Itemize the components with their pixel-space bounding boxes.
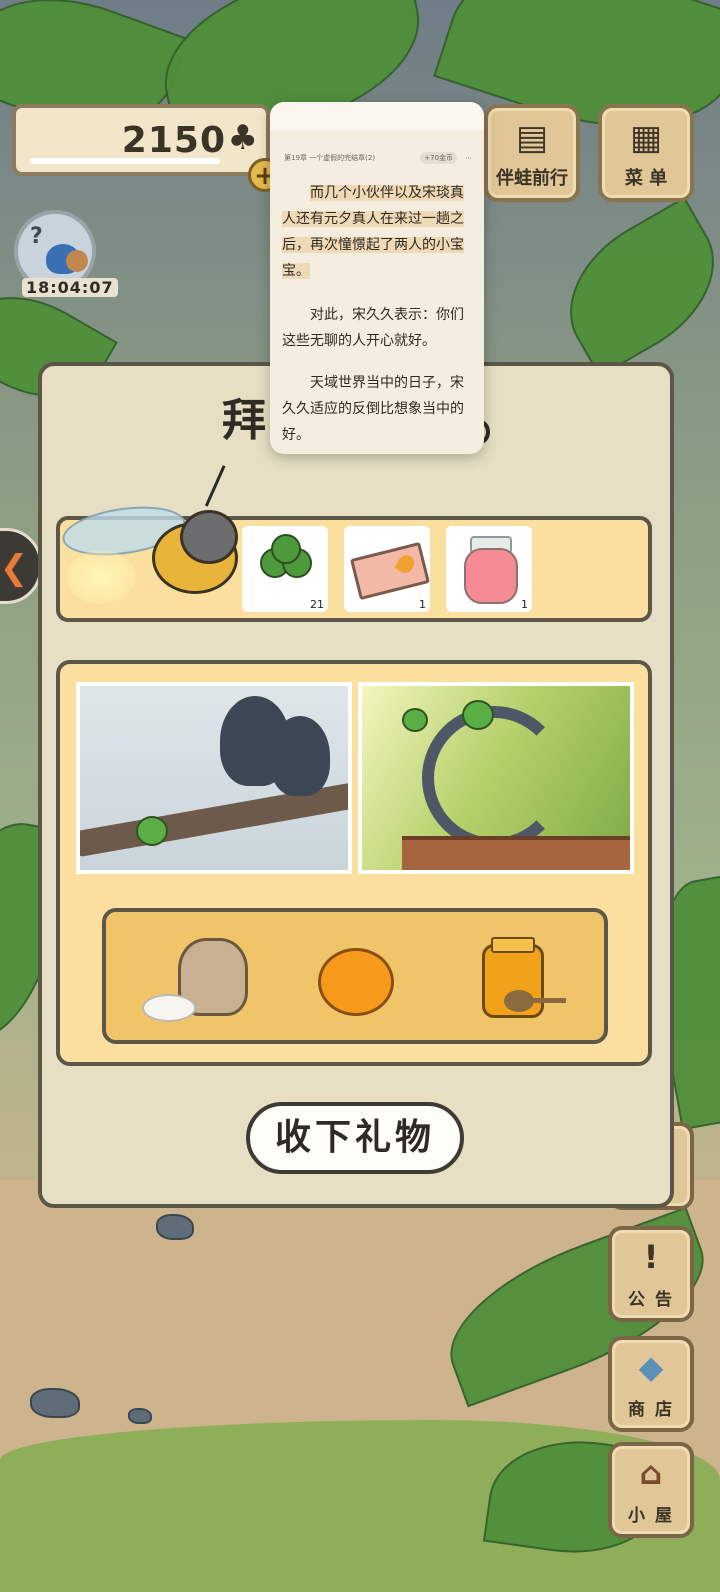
firefly-visitor [59, 465, 263, 618]
ticket-icon [349, 541, 431, 601]
firefly-head [180, 510, 238, 564]
reader-meta: 第19章 一个虚假的完结章(2) +70金币 ⋯ [284, 152, 472, 164]
honey-dipper-icon [504, 990, 570, 1012]
firefly-glow [66, 550, 136, 604]
clover-icon [260, 534, 312, 590]
clover-icon: ♣ [227, 118, 258, 158]
clover-counter: 2150 ♣ [12, 104, 270, 176]
shop-label: 商 店 [628, 1400, 674, 1420]
reward-qty: 21 [310, 598, 324, 611]
stone [128, 1408, 152, 1424]
notice-label: 公 告 [628, 1290, 674, 1310]
game-clock: 18:04:07 [22, 278, 118, 297]
book-icon: ▤ [515, 118, 549, 158]
reward-item-jam[interactable]: 1 [446, 526, 532, 612]
journey-button[interactable]: ▤ 伴蛙前行 [484, 104, 580, 202]
chapter-title: 第19章 一个虚假的完结章(2) [284, 154, 376, 162]
clover-count: 2150 [121, 120, 226, 161]
notice-button[interactable]: ! 公 告 [608, 1226, 694, 1322]
reward-item-ticket[interactable]: 1 [344, 526, 431, 612]
shop-icon: ◆ [638, 1348, 664, 1386]
reward-item-clover[interactable]: 21 [242, 526, 328, 612]
postcard-bench[interactable] [358, 682, 634, 874]
panel-title: 拜 [222, 395, 266, 446]
jam-jar-icon [464, 536, 518, 604]
coin-badge[interactable]: +70金币 [420, 152, 457, 164]
stone [30, 1388, 80, 1418]
notice-icon: ! [643, 1238, 659, 1276]
house-icon: ⌂ [639, 1454, 663, 1492]
reward-qty: 1 [419, 598, 426, 611]
accept-gift-button[interactable]: 收下礼物 [246, 1102, 464, 1174]
reader-paragraph: 而几个小伙伴以及宋琰真人还有元夕真人在来过一趟之后，再次憧憬起了两人的小宝宝。 [282, 180, 472, 284]
reward-qty: 1 [521, 598, 528, 611]
shop-button[interactable]: ◆ 商 店 [608, 1336, 694, 1432]
counter-underline [30, 158, 220, 164]
orange-icon[interactable] [318, 948, 394, 1016]
menu-button[interactable]: ▦ 菜 单 [598, 104, 694, 202]
reader-paragraph: 对此，宋久久表示：你们这些无聊的人开心就好。 [282, 307, 464, 349]
stone [156, 1214, 194, 1240]
reader-paragraph: 天域世界当中的日子，宋久久适应的反倒比想象当中的好。 [282, 375, 464, 443]
more-icon[interactable]: ⋯ [465, 154, 472, 162]
highlighted-text[interactable]: 而几个小伙伴以及宋琰真人还有元夕真人在来过一趟之后，再次憧憬起了两人的小宝宝。 [282, 185, 464, 279]
reader-popup[interactable]: 第19章 一个虚假的完结章(2) +70金币 ⋯ 而几个小伙伴以及宋琰真人还有元… [270, 102, 484, 454]
postcard-crows[interactable] [76, 682, 352, 874]
journey-label: 伴蛙前行 [496, 168, 568, 189]
rice-sack-icon[interactable] [142, 934, 248, 1022]
question-icon: ? [30, 224, 43, 249]
reader-topbar [270, 102, 484, 130]
house-label: 小 屋 [628, 1506, 674, 1526]
menu-label: 菜 单 [624, 168, 668, 189]
snail-icon [66, 250, 88, 272]
house-button[interactable]: ⌂ 小 屋 [608, 1442, 694, 1538]
menu-icon: ▦ [629, 118, 663, 158]
